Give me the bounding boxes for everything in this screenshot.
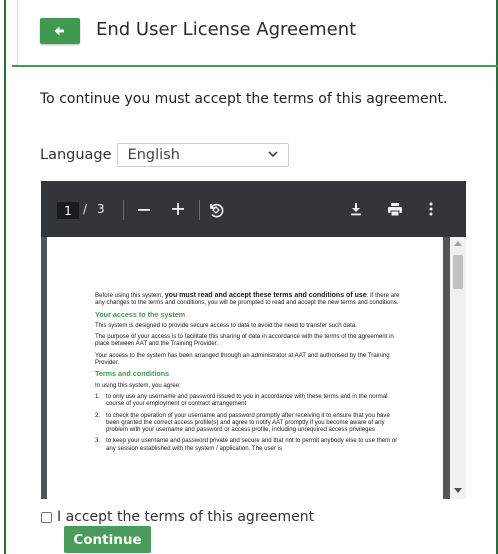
language-select[interactable]: English bbox=[116, 143, 289, 167]
toolbar-divider bbox=[123, 200, 124, 220]
accept-terms-label: I accept the terms of this agreement bbox=[57, 509, 315, 525]
list-item: 3. to keep your username and password pri… bbox=[95, 437, 398, 452]
rotate-icon[interactable] bbox=[207, 201, 225, 219]
page-total: 3 bbox=[97, 202, 105, 216]
lead-paragraph: Before using this system, you must read … bbox=[95, 292, 400, 307]
paragraph: In using this system, you agree: bbox=[95, 381, 181, 389]
toolbar-divider bbox=[199, 200, 200, 220]
arrow-left-icon bbox=[54, 26, 64, 36]
zoom-out-icon[interactable] bbox=[137, 203, 151, 217]
more-options-icon[interactable] bbox=[428, 202, 434, 216]
list-item: 1. to only use any username and password … bbox=[95, 392, 388, 408]
lead-emphasis: you must read and accept these terms and… bbox=[164, 292, 367, 299]
download-icon[interactable] bbox=[349, 202, 363, 216]
accept-terms-row[interactable]: I accept the terms of this agreement bbox=[41, 509, 314, 525]
language-label: Language bbox=[40, 147, 112, 163]
pdf-toolbar: 1 / 3 bbox=[41, 181, 466, 237]
page-title: End User License Agreement bbox=[96, 19, 357, 40]
header-divider bbox=[12, 65, 498, 67]
scroll-thumb[interactable] bbox=[453, 255, 463, 289]
pdf-page: Before using this system, you must read … bbox=[47, 237, 443, 499]
chevron-down-icon bbox=[267, 150, 278, 161]
page-number-input[interactable]: 1 bbox=[57, 202, 79, 219]
header: End User License Agreement bbox=[0, 0, 498, 66]
intro-text: To continue you must accept the terms of… bbox=[40, 91, 448, 107]
section-heading: Terms and conditions bbox=[95, 369, 170, 379]
accept-terms-checkbox[interactable] bbox=[41, 511, 52, 523]
terms-list: 1. to only use any username and password … bbox=[95, 393, 403, 452]
paragraph: This system is designed to provide secur… bbox=[95, 321, 357, 329]
pdf-page-area: Before using this system, you must read … bbox=[41, 237, 450, 499]
page-separator: / bbox=[83, 202, 88, 216]
back-button[interactable] bbox=[40, 18, 80, 44]
pdf-viewer: 1 / 3 Before using this system, you must… bbox=[41, 181, 466, 499]
continue-button[interactable]: Continue bbox=[64, 526, 151, 553]
language-row: Language English bbox=[40, 143, 289, 167]
list-item: 2. to check the operation of your usernam… bbox=[95, 411, 390, 434]
section-heading: Your access to the system bbox=[95, 309, 186, 319]
language-selected-value: English bbox=[127, 147, 180, 163]
scroll-down-arrow-icon[interactable] bbox=[454, 488, 462, 493]
paragraph: Your access to the system has been arran… bbox=[95, 351, 390, 367]
zoom-in-icon[interactable] bbox=[171, 202, 185, 216]
print-icon[interactable] bbox=[387, 202, 403, 217]
scroll-up-arrow-icon[interactable] bbox=[454, 241, 462, 246]
pdf-scrollbar[interactable] bbox=[450, 237, 466, 499]
paragraph: The purpose of your access is to facilit… bbox=[95, 333, 394, 348]
